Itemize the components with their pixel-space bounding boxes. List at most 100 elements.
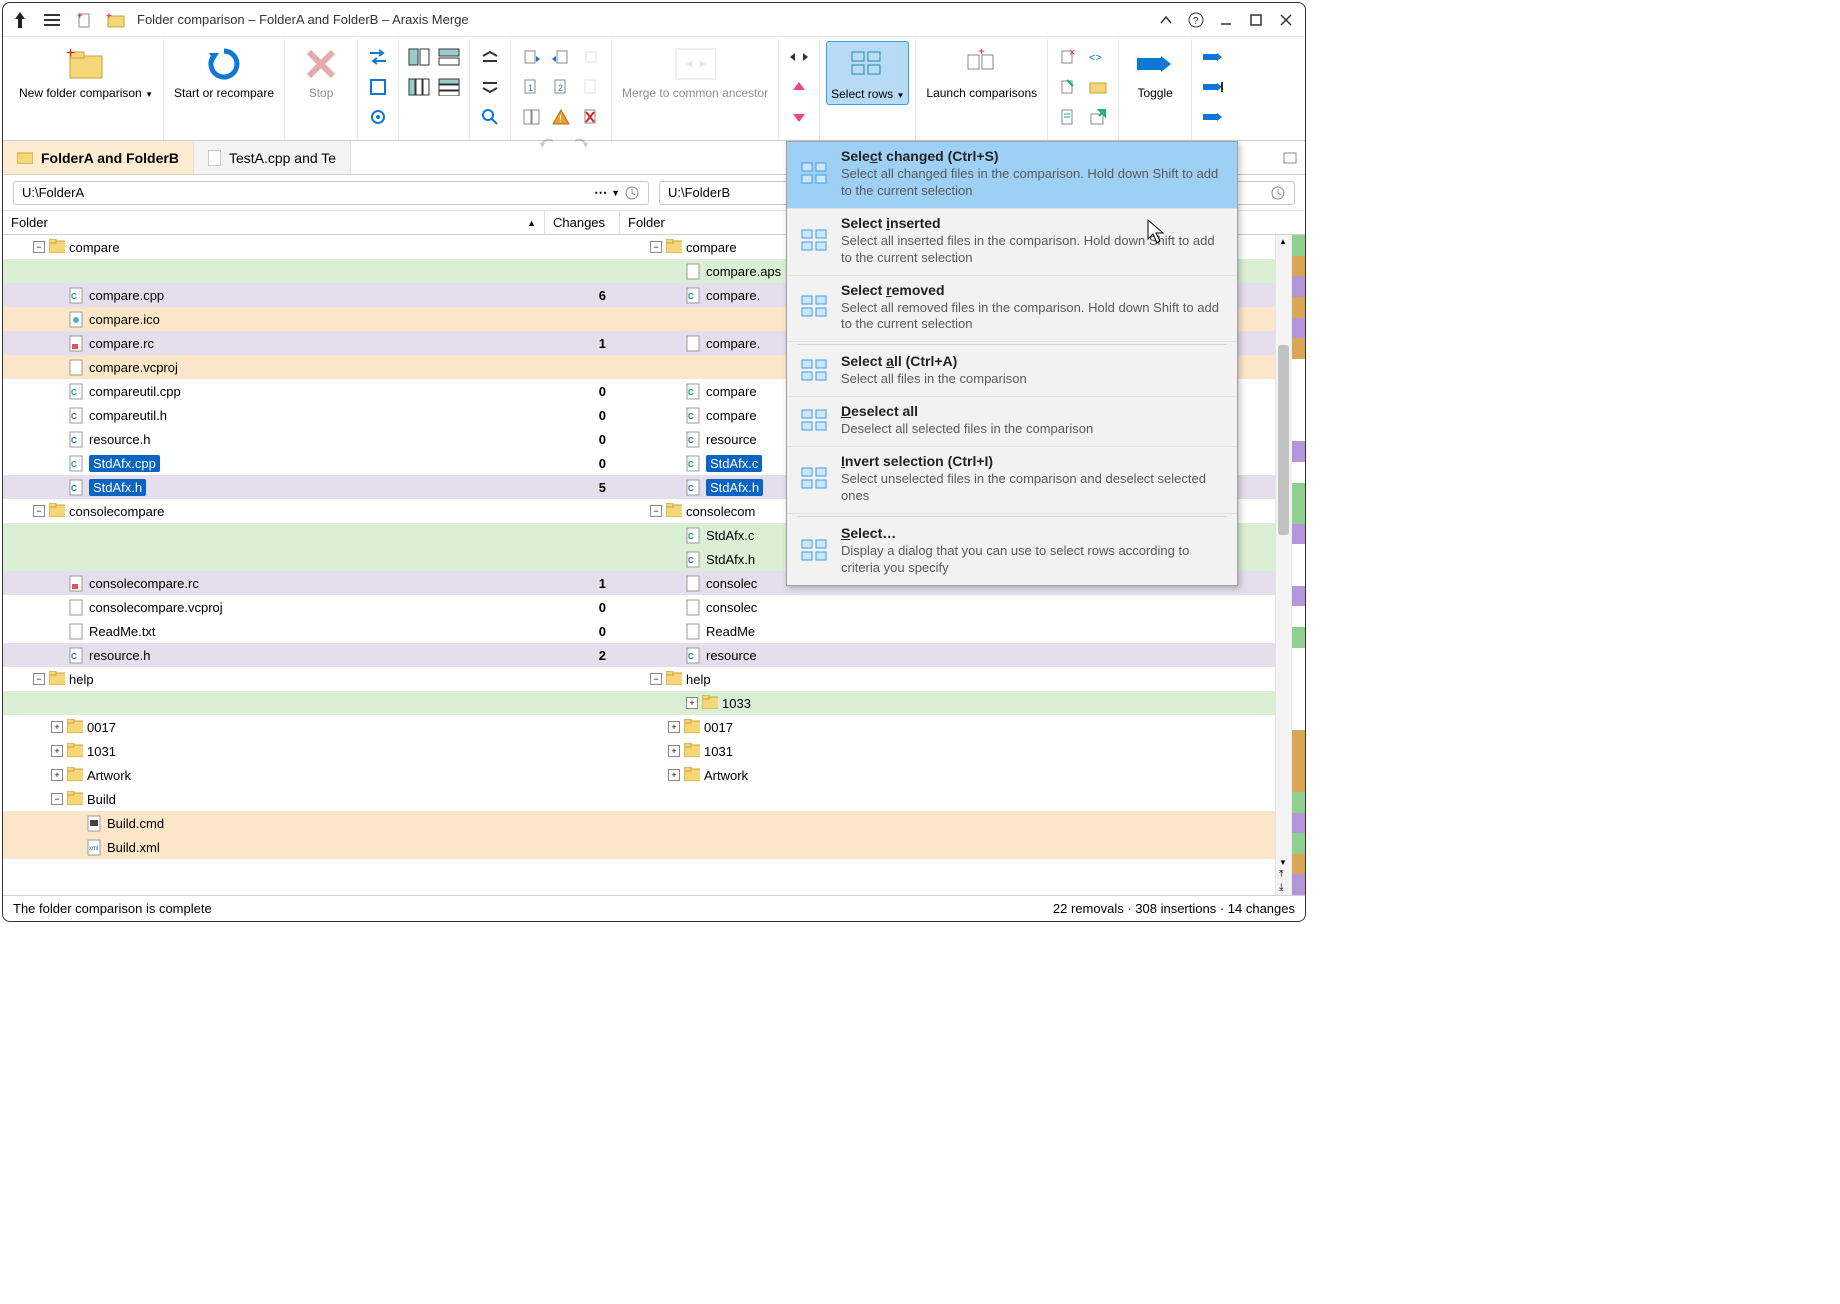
menu-item[interactable]: Deselect allDeselect all selected files … xyxy=(787,397,1237,447)
file-name: consolecom xyxy=(686,504,755,519)
new-folder-comparison-button[interactable]: + New folder comparison ▼ xyxy=(15,41,157,103)
table-row[interactable]: xmlBuild.xml xyxy=(3,835,1275,859)
expand-toggle[interactable]: + xyxy=(668,721,680,733)
scrollbar[interactable]: ▲ ▼ ⤒ ⤓ xyxy=(1275,235,1291,895)
warning-icon[interactable]: ! xyxy=(547,103,575,131)
path-dropdown-icon[interactable]: ▼ xyxy=(611,188,620,198)
report-icon[interactable] xyxy=(1054,103,1082,131)
folder-icon xyxy=(67,719,83,735)
export-icon[interactable] xyxy=(1084,103,1112,131)
menu-item[interactable]: Invert selection (Ctrl+I)Select unselect… xyxy=(787,447,1237,514)
redo-icon xyxy=(566,131,594,159)
table-row[interactable]: ReadMe.txt0ReadMe xyxy=(3,619,1275,643)
nav-horiz-icon[interactable] xyxy=(785,43,813,71)
table-row[interactable]: +1033 xyxy=(3,691,1275,715)
overview-strip[interactable] xyxy=(1291,235,1305,895)
expand-toggle[interactable]: − xyxy=(650,241,662,253)
path-left[interactable]: U:\FolderA ⋯ ▼ xyxy=(13,181,649,205)
numbered-2-icon[interactable]: 2 xyxy=(547,73,575,101)
table-row[interactable]: +0017+0017 xyxy=(3,715,1275,739)
tab-active[interactable]: FolderA and FolderB xyxy=(3,141,194,174)
copy-right-icon[interactable] xyxy=(547,43,575,71)
bookmark-1-icon[interactable] xyxy=(1198,43,1226,71)
layout-1-icon[interactable] xyxy=(405,43,433,71)
launch-comparisons-button[interactable]: + Launch comparisons xyxy=(922,41,1041,103)
remove-icon[interactable] xyxy=(577,103,605,131)
nav-diff-down-icon[interactable] xyxy=(785,103,813,131)
scroll-down-icon[interactable]: ▼ xyxy=(1279,858,1287,867)
maximize-icon[interactable] xyxy=(1243,7,1269,33)
table-row[interactable]: consolecompare.vcproj0consolec xyxy=(3,595,1275,619)
swap-panes-icon[interactable] xyxy=(364,43,392,71)
header-changes[interactable]: Changes xyxy=(545,211,620,234)
menu-item[interactable]: Select removedSelect all removed files i… xyxy=(787,276,1237,343)
scroll-up-icon[interactable]: ▲ xyxy=(1279,237,1287,246)
toggle-button[interactable]: Toggle xyxy=(1125,41,1185,103)
file-name: compare xyxy=(706,408,757,423)
menu-item[interactable]: Select changed (Ctrl+S)Select all change… xyxy=(787,142,1237,209)
menu-icon[interactable] xyxy=(41,9,63,31)
code-icon[interactable]: <> xyxy=(1084,43,1112,71)
edit-icon[interactable] xyxy=(1054,73,1082,101)
menu-item[interactable]: Select all (Ctrl+A)Select all files in t… xyxy=(787,347,1237,397)
expand-toggle[interactable]: − xyxy=(33,673,45,685)
copy-left-icon[interactable] xyxy=(517,43,545,71)
new-file-icon[interactable]: + xyxy=(73,9,95,31)
header-folder-left[interactable]: Folder ▲ xyxy=(3,211,545,234)
expand-toggle[interactable]: − xyxy=(33,505,45,517)
bookmark-2-icon[interactable] xyxy=(1198,73,1226,101)
expand-toggle[interactable]: − xyxy=(650,505,662,517)
new-folder-small-icon[interactable]: + xyxy=(105,9,127,31)
menu-item-title: Select… xyxy=(841,525,1227,541)
help-icon[interactable]: ? xyxy=(1183,7,1209,33)
select-rows-button[interactable]: Select rows ▼ xyxy=(826,41,909,105)
delete-icon[interactable]: × xyxy=(1054,43,1082,71)
scroll-bottom-icon[interactable]: ⤓ xyxy=(1279,882,1283,893)
tab-inactive[interactable]: TestA.cpp and Te xyxy=(194,141,351,174)
path-history-icon-r[interactable] xyxy=(1270,185,1286,201)
numbered-1-icon[interactable]: 1 xyxy=(517,73,545,101)
layout-4-icon[interactable] xyxy=(435,73,463,101)
table-row[interactable]: −Build xyxy=(3,787,1275,811)
folder-icon xyxy=(17,151,33,164)
align-icon[interactable] xyxy=(517,103,545,131)
expand-toggle[interactable]: + xyxy=(686,697,698,709)
expand-toggle[interactable]: − xyxy=(33,241,45,253)
collapse-ribbon-icon[interactable] xyxy=(1153,7,1179,33)
path-more-icon[interactable]: ⋯ xyxy=(594,185,607,201)
expand-toggle[interactable]: − xyxy=(51,793,63,805)
menu-item[interactable]: Select insertedSelect all inserted files… xyxy=(787,209,1237,276)
table-row[interactable]: +Artwork+Artwork xyxy=(3,763,1275,787)
table-row[interactable]: +1031+1031 xyxy=(3,739,1275,763)
menu-item[interactable]: Select…Display a dialog that you can use… xyxy=(787,519,1237,585)
collapse-all-icon[interactable] xyxy=(476,73,504,101)
tool-icon-1[interactable] xyxy=(364,73,392,101)
expand-toggle[interactable]: + xyxy=(51,769,63,781)
expand-toggle[interactable]: + xyxy=(668,769,680,781)
expand-toggle[interactable]: + xyxy=(51,745,63,757)
minimize-icon[interactable] xyxy=(1213,7,1239,33)
close-icon[interactable] xyxy=(1273,7,1299,33)
expand-toggle[interactable]: + xyxy=(51,721,63,733)
settings-icon[interactable] xyxy=(364,103,392,131)
table-row[interactable]: Build.cmd xyxy=(3,811,1275,835)
expand-toggle[interactable]: + xyxy=(668,745,680,757)
folder-icon xyxy=(684,719,700,735)
tab-overflow-icon[interactable] xyxy=(1275,141,1305,174)
expand-toggle[interactable]: − xyxy=(650,673,662,685)
scroll-thumb[interactable] xyxy=(1278,345,1289,535)
bookmark-3-icon[interactable] xyxy=(1198,103,1226,131)
scroll-top-icon[interactable]: ⤒ xyxy=(1279,869,1283,880)
nav-diff-up-icon[interactable] xyxy=(785,73,813,101)
folder-icon-small[interactable] xyxy=(1084,73,1112,101)
path-history-icon[interactable] xyxy=(624,185,640,201)
expand-all-icon[interactable] xyxy=(476,43,504,71)
layout-3-icon[interactable] xyxy=(405,73,433,101)
table-row[interactable]: Cresource.h2Cresource xyxy=(3,643,1275,667)
file-icon xyxy=(686,575,702,591)
svg-text:C: C xyxy=(688,436,694,445)
layout-2-icon[interactable] xyxy=(435,43,463,71)
filter-icon[interactable] xyxy=(476,103,504,131)
recompare-button[interactable]: Start or recompare xyxy=(170,41,278,103)
table-row[interactable]: −help−help xyxy=(3,667,1275,691)
